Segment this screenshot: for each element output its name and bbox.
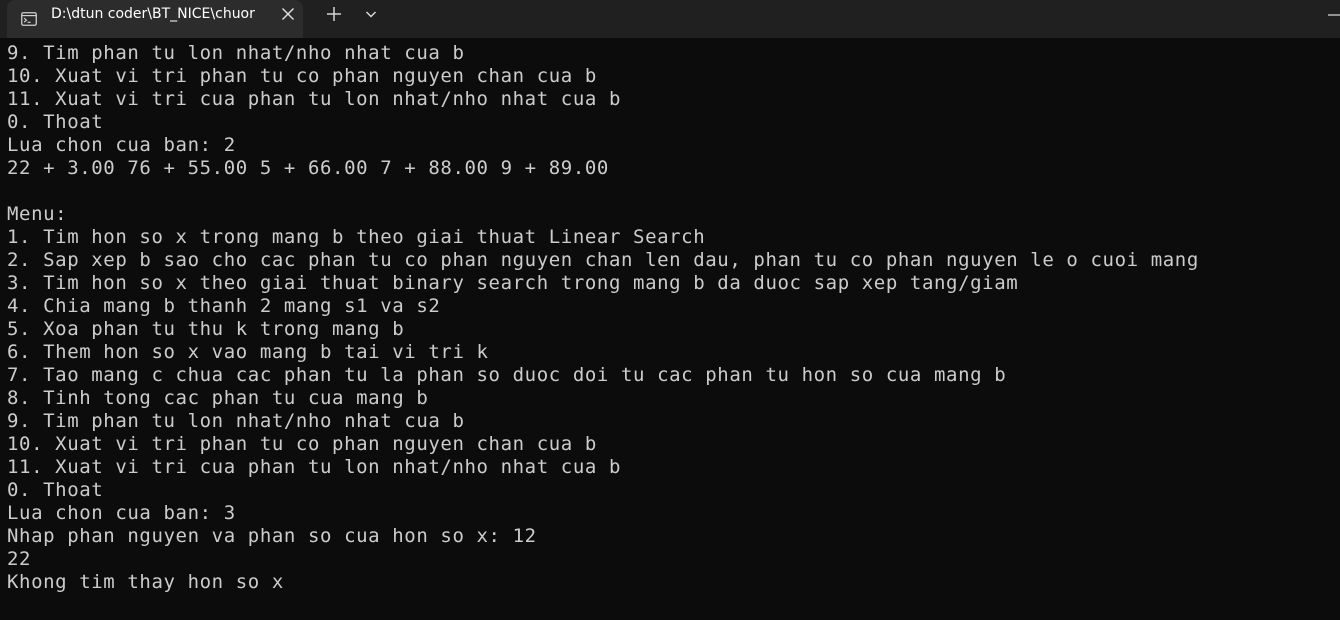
console-line: 22 + 3.00 76 + 55.00 5 + 66.00 7 + 88.00… — [7, 157, 609, 179]
plus-icon[interactable] — [323, 3, 345, 25]
terminal-window: D:\dtun coder\BT_NICE\chuor 9. Tim phan … — [0, 0, 1340, 620]
console-line: 11. Xuat vi tri cua phan tu lon nhat/nho… — [7, 456, 621, 478]
console-line: 10. Xuat vi tri phan tu co phan nguyen c… — [7, 65, 597, 87]
console-line: 10. Xuat vi tri phan tu co phan nguyen c… — [7, 433, 597, 455]
console-line: Menu: — [7, 203, 68, 225]
terminal-tab[interactable]: D:\dtun coder\BT_NICE\chuor — [7, 0, 303, 38]
console-line: 11. Xuat vi tri cua phan tu lon nhat/nho… — [7, 88, 621, 110]
chevron-down-icon[interactable] — [362, 5, 380, 23]
console-line: Khong tim thay hon so x — [7, 571, 284, 593]
minimize-icon[interactable] — [1310, 0, 1340, 30]
console-line: 6. Them hon so x vao mang b tai vi tri k — [7, 341, 489, 363]
console-line: 0. Thoat — [7, 111, 104, 133]
tab-title: D:\dtun coder\BT_NICE\chuor — [51, 6, 255, 22]
console-line: 22 — [7, 548, 32, 570]
console-line: 7. Tao mang c chua cac phan tu la phan s… — [7, 364, 1007, 386]
console-line: 3. Tim hon so x theo giai thuat binary s… — [7, 272, 1019, 294]
console-line: 9. Tim phan tu lon nhat/nho nhat cua b — [7, 42, 465, 64]
console-line: 2. Sap xep b sao cho cac phan tu co phan… — [7, 249, 1199, 271]
console-line: 5. Xoa phan tu thu k trong mang b — [7, 318, 405, 340]
console-line: 0. Thoat — [7, 479, 104, 501]
console-line: Nhap phan nguyen va phan so cua hon so x… — [7, 525, 537, 547]
tab-bar: D:\dtun coder\BT_NICE\chuor — [0, 0, 1340, 38]
console-output[interactable]: 9. Tim phan tu lon nhat/nho nhat cua b 10… — [7, 42, 1333, 594]
console-line: 9. Tim phan tu lon nhat/nho nhat cua b — [7, 410, 465, 432]
terminal-icon — [21, 12, 37, 26]
console-line: Lua chon cua ban: 2 — [7, 134, 236, 156]
console-line: Lua chon cua ban: 3 — [7, 502, 236, 524]
console-line: 4. Chia mang b thanh 2 mang s1 va s2 — [7, 295, 441, 317]
console-line: 8. Tinh tong cac phan tu cua mang b — [7, 387, 429, 409]
console-line: 1. Tim hon so x trong mang b theo giai t… — [7, 226, 706, 248]
close-icon[interactable] — [279, 5, 297, 23]
